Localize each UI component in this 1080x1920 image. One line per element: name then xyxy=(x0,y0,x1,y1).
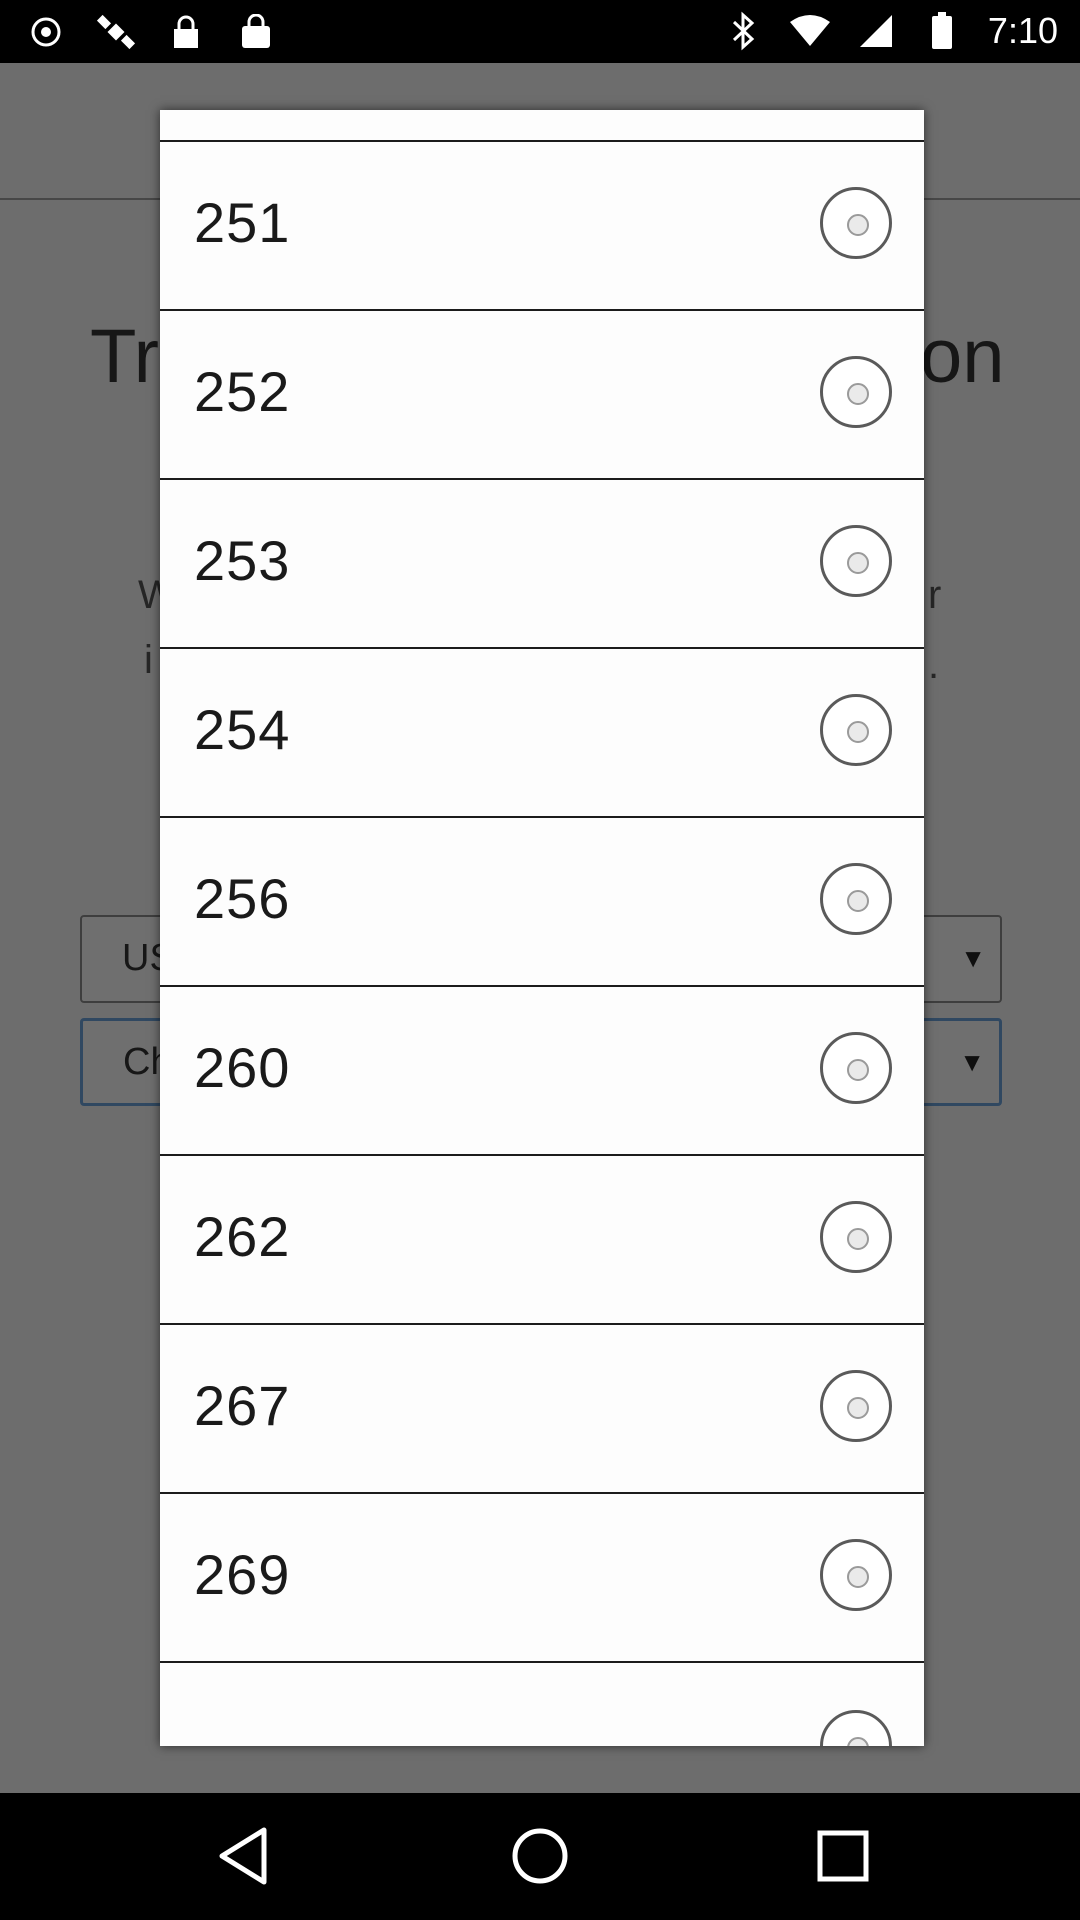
home-icon[interactable] xyxy=(507,1823,573,1889)
fake-gps-icon xyxy=(26,12,66,52)
radio-button[interactable] xyxy=(820,1370,892,1442)
radio-button[interactable] xyxy=(820,1032,892,1104)
radio-button[interactable] xyxy=(820,525,892,597)
option-label: 256 xyxy=(194,867,291,930)
options-dialog: 251 252 253 254 256 260 262 267 269 xyxy=(160,110,924,1746)
list-item-partial-top[interactable] xyxy=(160,110,924,142)
option-label: 254 xyxy=(194,698,291,761)
radio-button[interactable] xyxy=(820,1710,892,1746)
radio-button[interactable] xyxy=(820,356,892,428)
wifi-icon xyxy=(789,11,830,51)
signal-icon xyxy=(856,11,896,51)
list-item[interactable]: 262 xyxy=(160,1156,924,1325)
list-item[interactable]: 252 xyxy=(160,311,924,480)
radio-button[interactable] xyxy=(820,694,892,766)
radio-button[interactable] xyxy=(820,1539,892,1611)
option-label: 251 xyxy=(194,191,291,254)
radio-button[interactable] xyxy=(820,863,892,935)
back-icon[interactable] xyxy=(210,1823,276,1889)
list-item[interactable]: 253 xyxy=(160,480,924,649)
bag-icon xyxy=(236,12,276,52)
list-item[interactable]: 267 xyxy=(160,1325,924,1494)
list-item-partial-bottom[interactable] xyxy=(160,1665,924,1746)
status-time: 7:10 xyxy=(987,10,1058,51)
list-item[interactable]: 254 xyxy=(160,649,924,818)
radio-button[interactable] xyxy=(820,1201,892,1273)
navigation-bar xyxy=(0,1793,1080,1920)
lock-icon xyxy=(166,12,206,52)
radio-button[interactable] xyxy=(820,187,892,259)
option-label: 267 xyxy=(194,1374,291,1437)
battery-icon xyxy=(922,11,962,51)
bluetooth-icon xyxy=(724,11,764,51)
option-label: 252 xyxy=(194,360,291,423)
list-item[interactable]: 269 xyxy=(160,1494,924,1663)
list-item[interactable]: 256 xyxy=(160,818,924,987)
satellite-icon xyxy=(96,12,136,52)
list-item[interactable]: 260 xyxy=(160,987,924,1156)
status-bar-left xyxy=(26,12,276,52)
option-label: 260 xyxy=(194,1036,291,1099)
recents-icon[interactable] xyxy=(810,1823,876,1889)
status-bar-right: 7:10 xyxy=(724,10,1058,52)
status-bar: 7:10 xyxy=(0,0,1080,63)
option-label: 262 xyxy=(194,1205,291,1268)
list-item[interactable]: 251 xyxy=(160,142,924,311)
option-label: 269 xyxy=(194,1543,291,1606)
option-label: 253 xyxy=(194,529,291,592)
